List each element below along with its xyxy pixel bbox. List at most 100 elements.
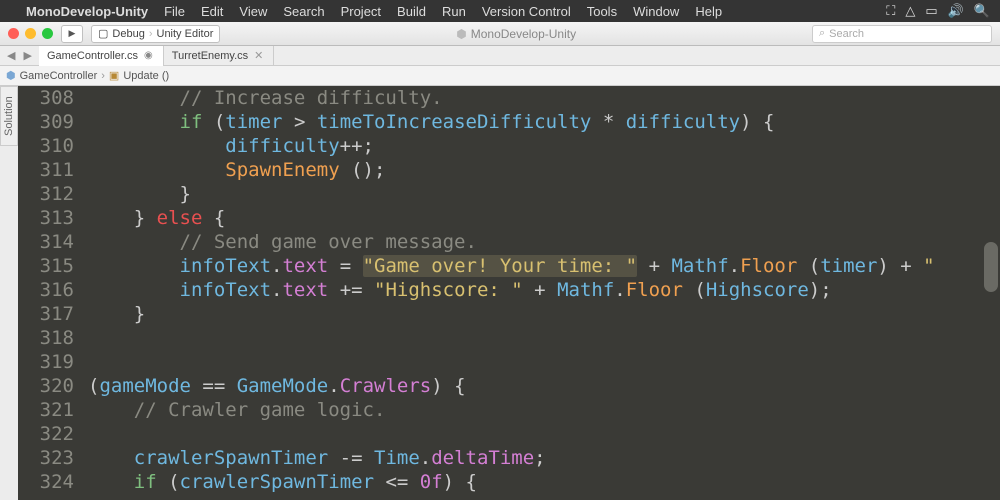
code-text[interactable]: infoText.text += "Highscore: " + Mathf.F… [88, 278, 1000, 302]
device-icon: ▢ [98, 27, 108, 40]
line-number: 321 [18, 398, 88, 422]
code-line[interactable]: 315 infoText.text = "Game over! Your tim… [18, 254, 1000, 278]
window-titlebar: ▶ ▢ Debug › Unity Editor ⬢ MonoDevelop-U… [0, 22, 1000, 46]
menu-edit[interactable]: Edit [201, 4, 223, 19]
tab-gamecontroller[interactable]: GameController.cs ◉ [39, 46, 164, 66]
line-number: 324 [18, 470, 88, 494]
search-placeholder: Search [829, 28, 864, 40]
window-title: ⬢ MonoDevelop-Unity [228, 27, 804, 41]
code-line[interactable]: 314 // Send game over message. [18, 230, 1000, 254]
code-text[interactable]: (gameMode == GameMode.Crawlers) { [88, 374, 1000, 398]
line-number: 309 [18, 110, 88, 134]
crop-icon[interactable]: ⛶ [886, 3, 895, 19]
code-text[interactable]: infoText.text = "Game over! Your time: "… [88, 254, 1000, 278]
scrollbar-thumb[interactable] [984, 242, 998, 292]
breadcrumb: ⬢ GameController › ▣ Update () [0, 66, 1000, 86]
close-window-button[interactable] [8, 28, 19, 39]
code-text[interactable]: crawlerSpawnTimer -= Time.deltaTime; [88, 446, 1000, 470]
code-line[interactable]: 318 [18, 326, 1000, 350]
line-number: 317 [18, 302, 88, 326]
tab-turretenemy[interactable]: TurretEnemy.cs ✕ [164, 46, 275, 66]
menu-search[interactable]: Search [283, 4, 324, 19]
code-text[interactable]: // Increase difficulty. [88, 86, 1000, 110]
code-text[interactable]: if (timer > timeToIncreaseDifficulty * d… [88, 110, 1000, 134]
menu-view[interactable]: View [239, 4, 267, 19]
code-text[interactable] [88, 326, 1000, 350]
minimize-window-button[interactable] [25, 28, 36, 39]
code-line[interactable]: 324 if (crawlerSpawnTimer <= 0f) { [18, 470, 1000, 494]
menu-build[interactable]: Build [397, 4, 426, 19]
search-icon: ⌕ [819, 27, 825, 40]
tab-label: GameController.cs [47, 50, 138, 62]
code-line[interactable]: 322 [18, 422, 1000, 446]
breadcrumb-method[interactable]: Update () [123, 70, 169, 82]
vertical-scrollbar[interactable] [984, 88, 998, 498]
line-number: 323 [18, 446, 88, 470]
code-editor[interactable]: 308 // Increase difficulty.309 if (timer… [18, 86, 1000, 500]
solution-pad-tab[interactable]: Solution [0, 86, 18, 146]
code-line[interactable]: 313 } else { [18, 206, 1000, 230]
search-input[interactable]: ⌕ Search [812, 25, 992, 43]
code-text[interactable]: } [88, 182, 1000, 206]
code-line[interactable]: 312 } [18, 182, 1000, 206]
menu-project[interactable]: Project [341, 4, 381, 19]
line-number: 322 [18, 422, 88, 446]
code-text[interactable]: // Crawler game logic. [88, 398, 1000, 422]
app-name[interactable]: MonoDevelop-Unity [26, 4, 148, 19]
menu-version-control[interactable]: Version Control [482, 4, 571, 19]
display-icon[interactable]: ▭ [925, 3, 937, 19]
code-line[interactable]: 319 [18, 350, 1000, 374]
breadcrumb-class[interactable]: GameController [20, 70, 98, 82]
code-text[interactable] [88, 350, 1000, 374]
line-number: 310 [18, 134, 88, 158]
line-number: 311 [18, 158, 88, 182]
line-number: 314 [18, 230, 88, 254]
menu-help[interactable]: Help [695, 4, 722, 19]
code-text[interactable]: SpawnEnemy (); [88, 158, 1000, 182]
run-button[interactable]: ▶ [61, 25, 83, 43]
code-line[interactable]: 308 // Increase difficulty. [18, 86, 1000, 110]
code-text[interactable]: difficulty++; [88, 134, 1000, 158]
nav-back-button[interactable]: ◀ [4, 49, 18, 62]
window-controls [8, 28, 53, 39]
class-icon: ⬢ [6, 69, 16, 82]
status-tray: ⛶ △ ▭ 🔊 🔍 [886, 3, 990, 19]
volume-icon[interactable]: 🔊 [948, 3, 964, 19]
code-line[interactable]: 311 SpawnEnemy (); [18, 158, 1000, 182]
drive-icon[interactable]: △ [905, 3, 915, 19]
unity-icon: ⬢ [456, 27, 466, 41]
line-number: 318 [18, 326, 88, 350]
tab-bar: ◀ ▶ GameController.cs ◉ TurretEnemy.cs ✕ [0, 46, 1000, 66]
menu-window[interactable]: Window [633, 4, 679, 19]
code-line[interactable]: 317 } [18, 302, 1000, 326]
nav-forward-button[interactable]: ▶ [20, 49, 34, 62]
code-line[interactable]: 320(gameMode == GameMode.Crawlers) { [18, 374, 1000, 398]
nav-history: ◀ ▶ [0, 49, 39, 62]
menu-file[interactable]: File [164, 4, 185, 19]
line-number: 320 [18, 374, 88, 398]
code-text[interactable]: // Send game over message. [88, 230, 1000, 254]
code-line[interactable]: 321 // Crawler game logic. [18, 398, 1000, 422]
config-selector[interactable]: ▢ Debug › Unity Editor [91, 25, 220, 43]
code-line[interactable]: 310 difficulty++; [18, 134, 1000, 158]
method-icon: ▣ [109, 69, 119, 82]
code-line[interactable]: 309 if (timer > timeToIncreaseDifficulty… [18, 110, 1000, 134]
line-number: 313 [18, 206, 88, 230]
tab-label: TurretEnemy.cs [172, 50, 248, 62]
line-number: 315 [18, 254, 88, 278]
config-label: Debug [112, 28, 144, 40]
line-number: 319 [18, 350, 88, 374]
code-text[interactable] [88, 422, 1000, 446]
code-line[interactable]: 316 infoText.text += "Highscore: " + Mat… [18, 278, 1000, 302]
menu-tools[interactable]: Tools [587, 4, 617, 19]
code-line[interactable]: 323 crawlerSpawnTimer -= Time.deltaTime; [18, 446, 1000, 470]
code-text[interactable]: } else { [88, 206, 1000, 230]
code-text[interactable]: } [88, 302, 1000, 326]
search-status-icon[interactable]: 🔍 [974, 3, 990, 19]
line-number: 308 [18, 86, 88, 110]
target-label: Unity Editor [157, 28, 214, 40]
menu-run[interactable]: Run [442, 4, 466, 19]
code-text[interactable]: if (crawlerSpawnTimer <= 0f) { [88, 470, 1000, 494]
close-tab-icon[interactable]: ✕ [254, 49, 263, 62]
maximize-window-button[interactable] [42, 28, 53, 39]
